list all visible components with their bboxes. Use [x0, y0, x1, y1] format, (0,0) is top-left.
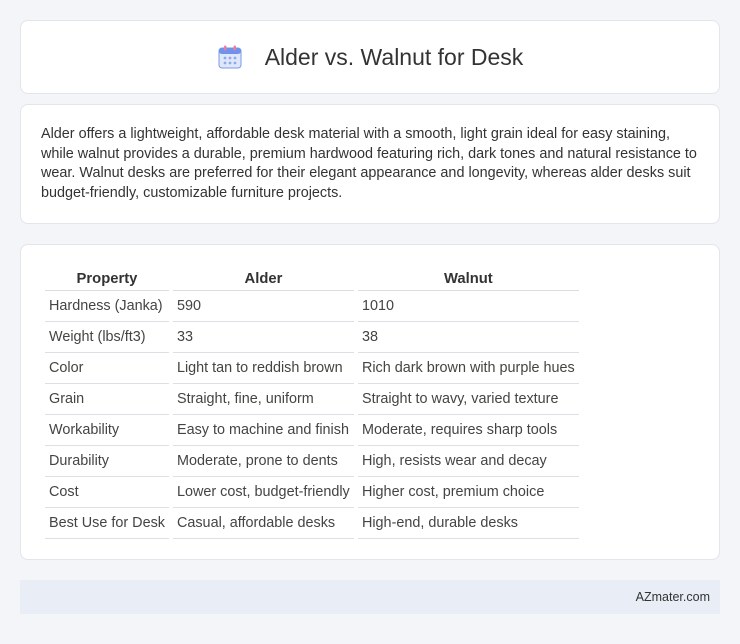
cell-property: Weight (lbs/ft3) — [45, 322, 169, 353]
table-row: Grain Straight, fine, uniform Straight to … — [45, 384, 579, 415]
cell-walnut: High, resists wear and decay — [357, 446, 579, 477]
cell-alder: Lower cost, budget-friendly — [172, 477, 354, 508]
cell-walnut: Higher cost, premium choice — [357, 477, 579, 508]
page-title: Alder vs. Walnut for Desk — [264, 43, 524, 70]
comparison-card: Property Alder Walnut Hardness (Janka) 59… — [20, 244, 720, 560]
cell-walnut: 38 — [357, 322, 579, 353]
table-row: Color Light tan to reddish brown Rich dark… — [45, 353, 579, 384]
cell-alder: 33 — [172, 322, 354, 353]
table-row: Workability Easy to machine and finish Mod… — [45, 415, 579, 446]
header-alder: Alder — [172, 267, 354, 291]
cell-property: Best Use for Desk — [45, 508, 169, 539]
footer: AZmater.com — [20, 580, 720, 614]
cell-property: Grain — [45, 384, 169, 415]
header-property: Property — [45, 267, 169, 291]
cell-alder: Light tan to reddish brown — [172, 353, 354, 384]
table-row: Cost Lower cost, budget-friendly Higher co… — [45, 477, 579, 508]
cell-walnut: Rich dark brown with purple hues — [357, 353, 579, 384]
cell-property: Cost — [45, 477, 169, 508]
header-walnut: Walnut — [357, 267, 579, 291]
table-row: Weight (lbs/ft3) 33 38 — [45, 322, 579, 353]
intro-paragraph: Alder offers a lightweight, affordable d… — [41, 126, 697, 201]
title-wrap: Alder vs. Walnut for Desk — [217, 43, 524, 71]
cell-walnut: Moderate, requires sharp tools — [357, 415, 579, 446]
table-row: Hardness (Janka) 590 1010 — [45, 291, 579, 322]
cell-alder: 590 — [172, 291, 354, 322]
cell-property: Color — [45, 353, 169, 384]
cell-alder: Easy to machine and finish — [172, 415, 354, 446]
cell-property: Durability — [45, 446, 169, 477]
comparison-table: Property Alder Walnut Hardness (Janka) 59… — [41, 267, 583, 539]
cell-walnut: 1010 — [357, 291, 579, 322]
cell-alder: Moderate, prone to dents — [172, 446, 354, 477]
table-row: Best Use for Desk Casual, affordable desk… — [45, 508, 579, 539]
cell-alder: Casual, affordable desks — [172, 508, 354, 539]
table-header-row: Property Alder Walnut — [45, 267, 579, 291]
table-body: Hardness (Janka) 590 1010 Weight (lbs/ft3) 3… — [45, 291, 579, 539]
cell-alder: Straight, fine, uniform — [172, 384, 354, 415]
table-row: Durability Moderate, prone to dents High, … — [45, 446, 579, 477]
cell-walnut: Straight to wavy, varied texture — [357, 384, 579, 415]
cell-property: Hardness (Janka) — [45, 291, 169, 322]
cell-property: Workability — [45, 415, 169, 446]
footer-site-link[interactable]: AZmater.com — [636, 590, 710, 604]
intro-card: Alder offers a lightweight, affordable d… — [20, 104, 720, 224]
calendar-icon — [217, 44, 243, 70]
cell-walnut: High-end, durable desks — [357, 508, 579, 539]
title-card: Alder vs. Walnut for Desk — [20, 20, 720, 94]
